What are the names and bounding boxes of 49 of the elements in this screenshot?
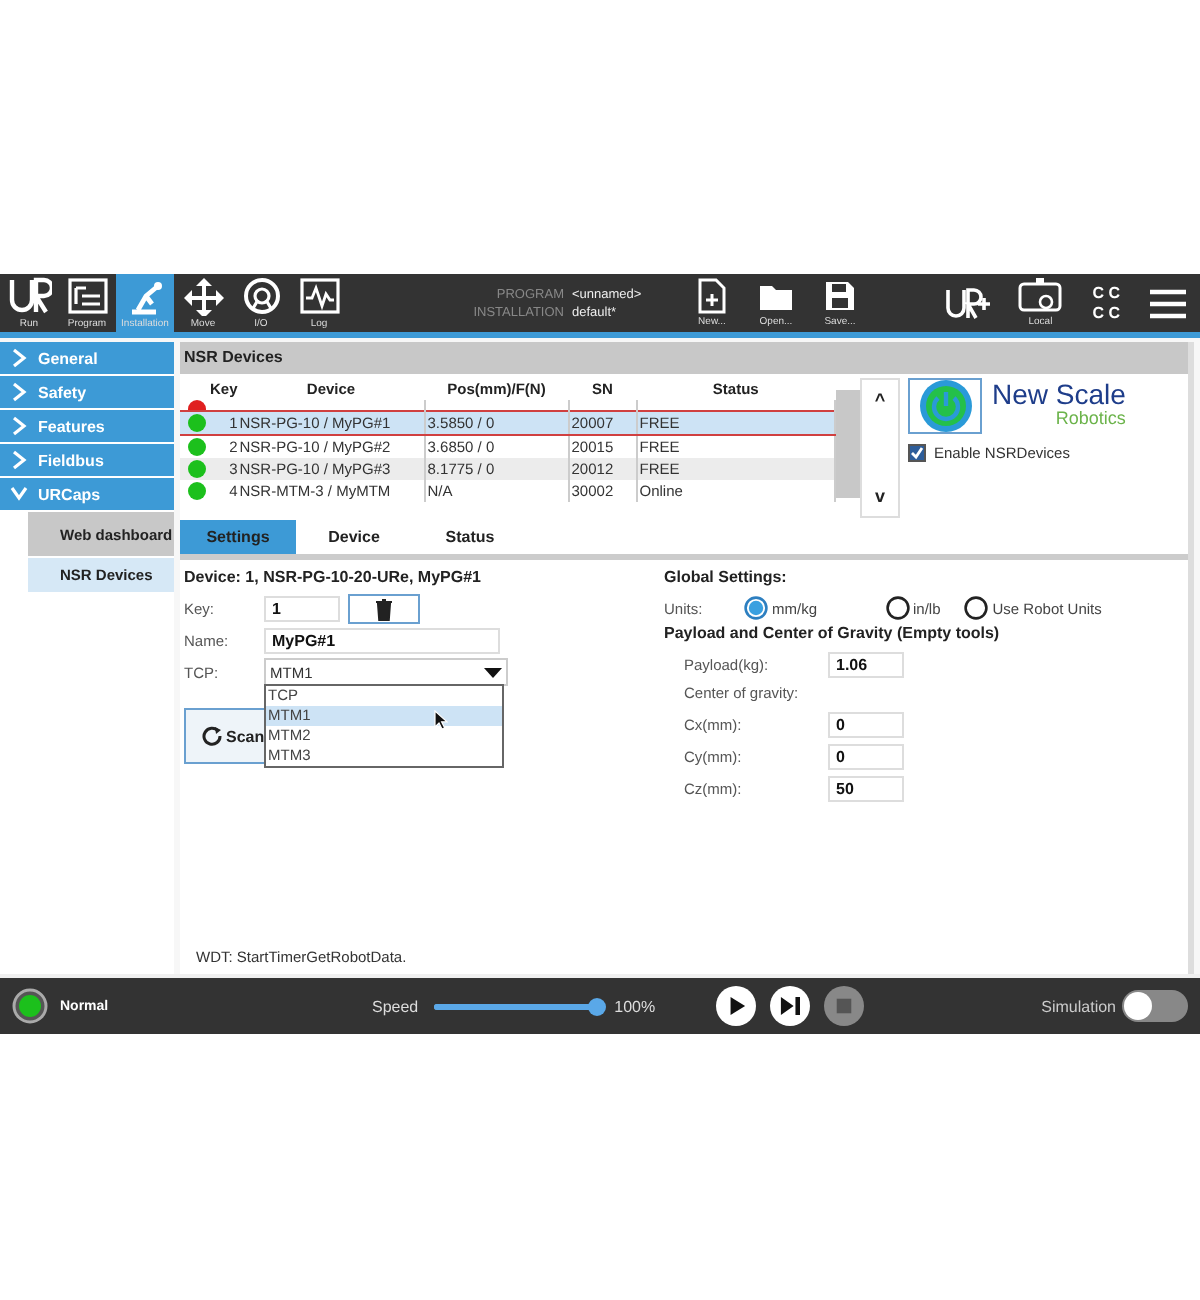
radio-button[interactable] <box>744 596 768 620</box>
radio-button[interactable] <box>964 596 989 620</box>
ur-plus-icon[interactable] <box>944 285 993 321</box>
power-icon <box>917 378 973 434</box>
chevron-down-icon <box>10 484 28 504</box>
power-button[interactable] <box>908 378 982 434</box>
cc-text: C C <box>1092 303 1120 323</box>
delete-button[interactable] <box>348 593 420 623</box>
move-arrows-icon <box>181 276 225 316</box>
robot-status-icon[interactable] <box>12 988 48 1024</box>
section-title: Global Settings: <box>664 568 789 590</box>
device-title: Device: 1, NSR-PG-10-20-URe, MyPG#1 <box>184 568 483 590</box>
speed-slider[interactable] <box>430 997 603 1015</box>
tab[interactable]: Settings <box>180 520 296 554</box>
radio-button[interactable] <box>885 596 909 620</box>
number-field[interactable]: 1.06 <box>828 651 904 677</box>
scroll-down-button[interactable]: v <box>862 476 898 516</box>
log-graph-icon <box>297 276 341 316</box>
checkmark-icon <box>910 446 924 460</box>
logo-subtext: Robotics <box>1055 406 1126 430</box>
simulation-label: Simulation <box>1041 997 1116 1015</box>
number-field[interactable]: 0 <box>828 711 904 737</box>
play-button[interactable] <box>716 986 756 1026</box>
mouse-pointer-icon <box>434 710 448 730</box>
tablet-icon <box>1018 278 1063 314</box>
cc-text: C C <box>1092 283 1120 303</box>
section-title: Payload and Center of Gravity (Empty tools) <box>664 624 1002 646</box>
scrollbar-track <box>836 390 860 498</box>
number-field[interactable]: 50 <box>828 775 904 801</box>
program-list-icon <box>65 276 109 316</box>
ur-logo-icon <box>7 276 51 316</box>
dropdown-arrow-icon <box>484 667 502 677</box>
number-field[interactable]: 0 <box>828 743 904 769</box>
refresh-icon <box>202 726 222 746</box>
key-field[interactable]: 1 <box>264 595 340 621</box>
new-file-icon <box>694 278 730 314</box>
speed-value: 100% <box>614 997 656 1015</box>
menu-icon[interactable] <box>1148 287 1188 319</box>
simulation-toggle[interactable] <box>1122 990 1188 1022</box>
logo-text: New Scale <box>992 382 1126 406</box>
io-dial-icon <box>239 276 283 316</box>
panel-header: NSR Devices <box>180 342 1188 374</box>
tab[interactable]: Status <box>412 520 528 554</box>
tab[interactable]: Device <box>296 520 412 554</box>
step-button[interactable] <box>770 986 810 1026</box>
name-field[interactable]: MyPG#1 <box>264 627 500 653</box>
scroll-up-button[interactable]: ^ <box>862 380 898 420</box>
enable-checkbox[interactable] <box>908 444 926 462</box>
speed-label: Speed <box>372 997 419 1015</box>
